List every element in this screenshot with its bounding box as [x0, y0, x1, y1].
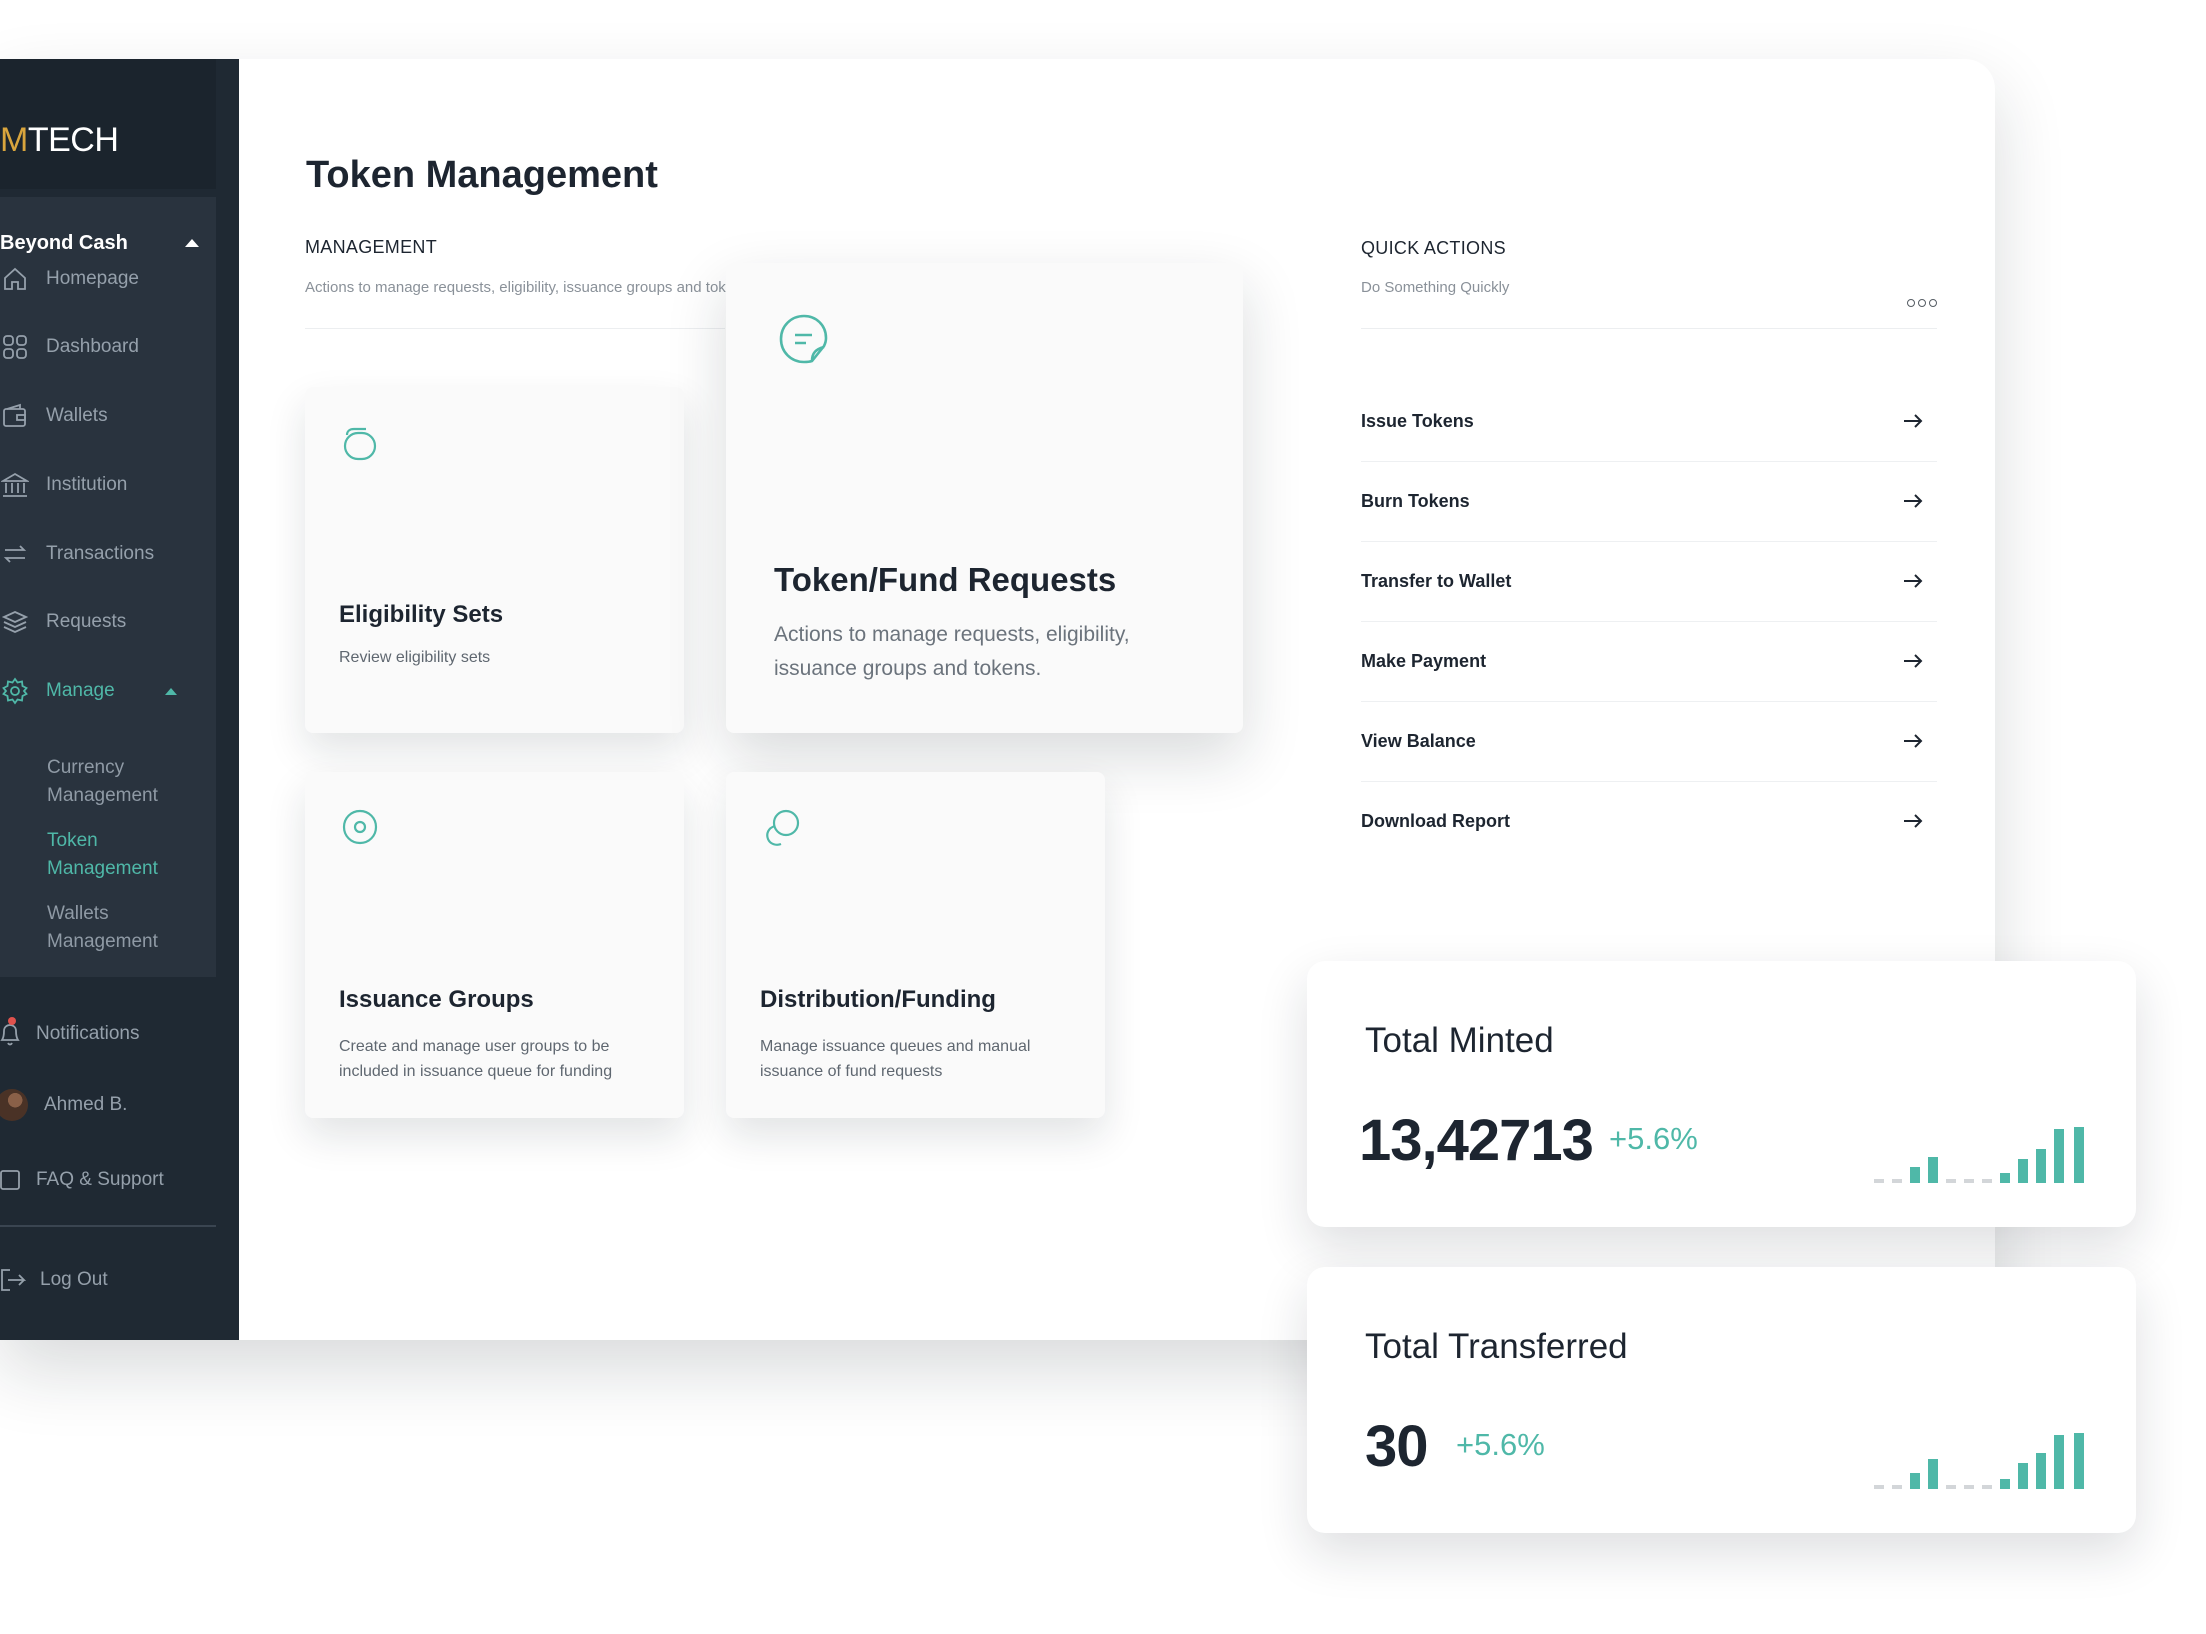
- stat-value: 13,42713: [1359, 1108, 1594, 1173]
- sidebar-subitem-token-management[interactable]: Token Management: [47, 827, 158, 883]
- arrow-right-icon: [1904, 494, 1923, 508]
- quick-actions-divider: [1361, 328, 1937, 329]
- sidebar-item-manage[interactable]: Manage: [0, 671, 177, 711]
- sidebar-item-homepage[interactable]: Homepage: [0, 259, 139, 299]
- stat-delta: +5.6%: [1609, 1121, 1698, 1156]
- sidebar-item-faq[interactable]: FAQ & Support: [0, 1160, 164, 1200]
- quick-action-issue-tokens[interactable]: Issue Tokens: [1361, 381, 1937, 462]
- sidebar-item-dashboard[interactable]: Dashboard: [0, 327, 139, 367]
- notification-dot: [8, 1017, 16, 1025]
- sidebar-divider: [0, 1225, 216, 1227]
- logo-band: MTECH: [0, 59, 216, 189]
- avatar: [0, 1089, 28, 1121]
- wallet-icon: [343, 427, 377, 461]
- group-toggle[interactable]: Beyond Cash: [0, 225, 205, 261]
- bell-icon: [0, 1017, 20, 1049]
- swap-icon: [0, 539, 30, 569]
- sidebar-item-user[interactable]: Ahmed B.: [0, 1085, 127, 1125]
- arrow-right-icon: [1904, 734, 1923, 748]
- home-icon: [0, 264, 30, 294]
- message-icon: [779, 314, 828, 364]
- sidebar-item-wallets[interactable]: Wallets: [0, 396, 108, 436]
- management-divider: [305, 328, 725, 329]
- quick-actions-subtitle: Do Something Quickly: [1361, 279, 1510, 296]
- arrow-right-icon: [1904, 414, 1923, 428]
- sparkline-bars: [1874, 1433, 2084, 1489]
- card-distribution-funding[interactable]: Distribution/Funding Manage issuance que…: [726, 772, 1105, 1118]
- card-eligibility-sets[interactable]: Eligibility Sets Review eligibility sets: [305, 387, 684, 733]
- logout-icon: [0, 1265, 26, 1295]
- sidebar-item-institution[interactable]: Institution: [0, 465, 127, 505]
- help-icon: [0, 1165, 20, 1195]
- sparkline-bars: [1874, 1127, 2084, 1183]
- card-token-fund-requests[interactable]: Token/Fund Requests Actions to manage re…: [726, 263, 1243, 733]
- stat-value: 30: [1365, 1414, 1429, 1479]
- layers-icon: [0, 607, 30, 637]
- stat-card-total-minted: Total Minted 13,42713 +5.6%: [1307, 961, 2136, 1227]
- quick-action-transfer-to-wallet[interactable]: Transfer to Wallet: [1361, 541, 1937, 622]
- management-subtitle: Actions to manage requests, eligibility,…: [305, 279, 755, 296]
- bank-icon: [0, 470, 30, 500]
- more-options-icon[interactable]: [1907, 299, 1937, 307]
- logo[interactable]: MTECH: [0, 121, 119, 160]
- quick-action-download-report[interactable]: Download Report: [1361, 781, 1937, 861]
- page-title: Token Management: [306, 154, 658, 196]
- sidebar-item-transactions[interactable]: Transactions: [0, 534, 154, 574]
- quick-action-view-balance[interactable]: View Balance: [1361, 701, 1937, 782]
- card-issuance-groups[interactable]: Issuance Groups Create and manage user g…: [305, 772, 684, 1118]
- quick-actions-label: QUICK ACTIONS: [1361, 238, 1506, 258]
- sidebar-item-notifications[interactable]: Notifications: [0, 1014, 140, 1054]
- coins-icon: [766, 809, 800, 846]
- quick-action-burn-tokens[interactable]: Burn Tokens: [1361, 461, 1937, 542]
- management-label: MANAGEMENT: [305, 237, 438, 257]
- stat-title: Total Minted: [1365, 1021, 1554, 1060]
- caret-up-icon: [164, 687, 177, 695]
- arrow-right-icon: [1904, 814, 1923, 828]
- caret-up-icon: [185, 239, 199, 247]
- logout-button[interactable]: Log Out: [0, 1260, 108, 1300]
- sidebar-subitem-wallets-management[interactable]: Wallets Management: [47, 900, 158, 956]
- arrow-right-icon: [1904, 654, 1923, 668]
- stat-delta: +5.6%: [1456, 1427, 1545, 1462]
- sidebar: MTECH Beyond Cash Homepage Dashboard Wal…: [0, 59, 239, 1340]
- gear-icon: [0, 676, 30, 706]
- group-title: Beyond Cash: [0, 231, 128, 254]
- stat-card-total-transferred: Total Transferred 30 +5.6%: [1307, 1267, 2136, 1533]
- stat-title: Total Transferred: [1365, 1327, 1628, 1366]
- grid-icon: [0, 332, 30, 362]
- target-icon: [342, 809, 378, 845]
- quick-action-make-payment[interactable]: Make Payment: [1361, 621, 1937, 702]
- arrow-right-icon: [1904, 574, 1923, 588]
- sidebar-subitem-currency-management[interactable]: Currency Management: [47, 754, 158, 810]
- wallet-icon: [0, 401, 30, 431]
- sidebar-item-requests[interactable]: Requests: [0, 602, 126, 642]
